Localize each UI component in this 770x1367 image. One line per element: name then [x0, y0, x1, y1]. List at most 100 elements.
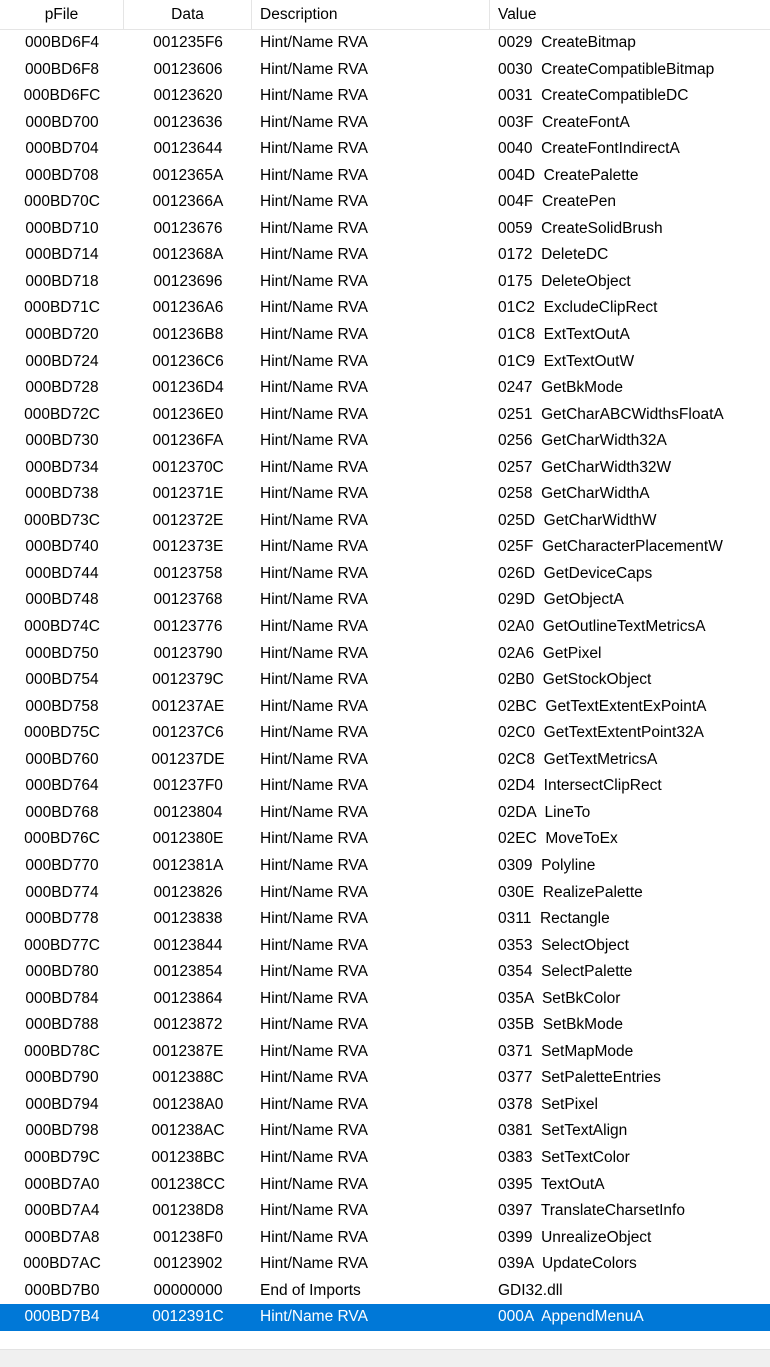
cell-data: 00123776: [153, 618, 223, 636]
table-row[interactable]: 000BD758 001237AE Hint/Name RVA 02BC GetTex…: [0, 694, 770, 721]
cell-value: 004F CreatePen: [498, 193, 617, 211]
table-row[interactable]: 000BD728 001236D4 Hint/Name RVA 0247 GetBkM…: [0, 375, 770, 402]
column-header: pFile Data Description Value: [0, 0, 770, 30]
column-header-data[interactable]: Data: [124, 0, 252, 29]
table-row[interactable]: 000BD720 001236B8 Hint/Name RVA 01C8 ExtTex…: [0, 322, 770, 349]
cell-pfile: 000BD720: [25, 326, 99, 344]
cell-pfile: 000BD7A8: [24, 1228, 100, 1246]
cell-data: 001238BC: [151, 1148, 225, 1166]
cell-value: 02A6 GetPixel: [498, 644, 602, 662]
table-row[interactable]: 000BD750 00123790 Hint/Name RVA 02A6 GetPix…: [0, 641, 770, 668]
table-row[interactable]: 000BD76C 0012380E Hint/Name RVA 02EC MoveTo…: [0, 826, 770, 853]
table-row[interactable]: 000BD798 001238AC Hint/Name RVA 0381 SetTex…: [0, 1118, 770, 1145]
table-row[interactable]: 000BD770 0012381A Hint/Name RVA 0309 Polyli…: [0, 853, 770, 880]
table-row[interactable]: 000BD738 0012371E Hint/Name RVA 0258 GetCha…: [0, 481, 770, 508]
table-row[interactable]: 000BD7A4 001238D8 Hint/Name RVA 0397 Transl…: [0, 1198, 770, 1225]
table-row[interactable]: 000BD6FC 00123620 Hint/Name RVA 0031 Create…: [0, 83, 770, 110]
table-row[interactable]: 000BD71C 001236A6 Hint/Name RVA 01C2 Exclud…: [0, 295, 770, 322]
cell-value: 02B0 GetStockObject: [498, 671, 652, 689]
cell-description: Hint/Name RVA: [260, 379, 368, 397]
table-row[interactable]: 000BD704 00123644 Hint/Name RVA 0040 Create…: [0, 136, 770, 163]
table-row[interactable]: 000BD7AC 00123902 Hint/Name RVA 039A Update…: [0, 1251, 770, 1278]
cell-pfile: 000BD774: [25, 883, 99, 901]
cell-description: Hint/Name RVA: [260, 963, 368, 981]
table-row[interactable]: 000BD72C 001236E0 Hint/Name RVA 0251 GetCha…: [0, 402, 770, 429]
cell-value: 030E RealizePalette: [498, 883, 643, 901]
cell-value: 0378 SetPixel: [498, 1095, 598, 1113]
table-row[interactable]: 000BD7A0 001238CC Hint/Name RVA 0395 TextOu…: [0, 1172, 770, 1199]
cell-data: 0012387E: [152, 1042, 224, 1060]
cell-pfile: 000BD7A0: [24, 1175, 100, 1193]
cell-description: Hint/Name RVA: [260, 936, 368, 954]
cell-data: 001236C6: [152, 352, 224, 370]
table-row[interactable]: 000BD768 00123804 Hint/Name RVA 02DA LineTo: [0, 800, 770, 827]
table-row[interactable]: 000BD714 0012368A Hint/Name RVA 0172 Delete…: [0, 242, 770, 269]
cell-data: 0012379C: [152, 671, 224, 689]
cell-pfile: 000BD76C: [24, 830, 100, 848]
cell-data: 001238CC: [150, 1175, 226, 1193]
table-row[interactable]: 000BD724 001236C6 Hint/Name RVA 01C9 ExtTex…: [0, 349, 770, 376]
horizontal-scrollbar[interactable]: [0, 1349, 770, 1367]
table-row[interactable]: 000BD7B0 00000000 End of Imports GDI32.dll: [0, 1278, 770, 1305]
table-row[interactable]: 000BD710 00123676 Hint/Name RVA 0059 Create…: [0, 216, 770, 243]
table-row[interactable]: 000BD77C 00123844 Hint/Name RVA 0353 Select…: [0, 933, 770, 960]
table-row[interactable]: 000BD794 001238A0 Hint/Name RVA 0378 SetPix…: [0, 1092, 770, 1119]
cell-description: Hint/Name RVA: [260, 140, 368, 158]
table-row[interactable]: 000BD718 00123696 Hint/Name RVA 0175 Delete…: [0, 269, 770, 296]
table-row[interactable]: 000BD790 0012388C Hint/Name RVA 0377 SetPal…: [0, 1065, 770, 1092]
cell-value: 0397 TranslateCharsetInfo: [498, 1202, 685, 1220]
column-header-pfile[interactable]: pFile: [0, 0, 124, 29]
cell-data: 00123676: [153, 219, 223, 237]
cell-description: Hint/Name RVA: [260, 1308, 368, 1326]
table-row[interactable]: 000BD74C 00123776 Hint/Name RVA 02A0 GetOut…: [0, 614, 770, 641]
table-row[interactable]: 000BD788 00123872 Hint/Name RVA 035B SetBkM…: [0, 1012, 770, 1039]
cell-description: Hint/Name RVA: [260, 60, 368, 78]
cell-data: 00123872: [153, 1016, 223, 1034]
table-row[interactable]: 000BD748 00123768 Hint/Name RVA 029D GetObj…: [0, 587, 770, 614]
cell-data: 00123902: [153, 1255, 223, 1273]
cell-value: 003F CreateFontA: [498, 113, 630, 131]
table-row[interactable]: 000BD744 00123758 Hint/Name RVA 026D GetDev…: [0, 561, 770, 588]
cell-description: Hint/Name RVA: [260, 724, 368, 742]
table-row[interactable]: 000BD740 0012373E Hint/Name RVA 025F GetCha…: [0, 534, 770, 561]
cell-pfile: 000BD748: [25, 591, 99, 609]
cell-description: Hint/Name RVA: [260, 219, 368, 237]
cell-data: 001236E0: [152, 405, 224, 423]
cell-value: 0059 CreateSolidBrush: [498, 219, 663, 237]
table-row[interactable]: 000BD75C 001237C6 Hint/Name RVA 02C0 GetTex…: [0, 720, 770, 747]
cell-data: 00123844: [153, 936, 223, 954]
column-header-description[interactable]: Description: [252, 0, 490, 29]
table-row[interactable]: 000BD7A8 001238F0 Hint/Name RVA 0399 Unreal…: [0, 1225, 770, 1252]
table-row-selected[interactable]: 000BD7B4 0012391C Hint/Name RVA 000A Append…: [0, 1304, 770, 1331]
table-row[interactable]: 000BD760 001237DE Hint/Name RVA 02C8 GetTex…: [0, 747, 770, 774]
table-row[interactable]: 000BD780 00123854 Hint/Name RVA 0354 Select…: [0, 959, 770, 986]
cell-pfile: 000BD724: [25, 352, 99, 370]
cell-description: Hint/Name RVA: [260, 1255, 368, 1273]
table-row[interactable]: 000BD708 0012365A Hint/Name RVA 004D Create…: [0, 163, 770, 190]
table-row[interactable]: 000BD6F4 001235F6 Hint/Name RVA 0029 Create…: [0, 30, 770, 57]
table-row[interactable]: 000BD778 00123838 Hint/Name RVA 0311 Rectan…: [0, 906, 770, 933]
cell-description: Hint/Name RVA: [260, 803, 368, 821]
table-row[interactable]: 000BD79C 001238BC Hint/Name RVA 0383 SetTex…: [0, 1145, 770, 1172]
cell-description: Hint/Name RVA: [260, 1042, 368, 1060]
table-row[interactable]: 000BD784 00123864 Hint/Name RVA 035A SetBkC…: [0, 986, 770, 1013]
table-row[interactable]: 000BD774 00123826 Hint/Name RVA 030E Realiz…: [0, 880, 770, 907]
cell-description: Hint/Name RVA: [260, 591, 368, 609]
table-row[interactable]: 000BD764 001237F0 Hint/Name RVA 02D4 Inters…: [0, 773, 770, 800]
cell-data: 00123768: [153, 591, 223, 609]
table-row[interactable]: 000BD730 001236FA Hint/Name RVA 0256 GetCha…: [0, 428, 770, 455]
cell-value: 01C2 ExcludeClipRect: [498, 299, 658, 317]
column-header-value[interactable]: Value: [490, 0, 770, 29]
table-row[interactable]: 000BD754 0012379C Hint/Name RVA 02B0 GetSto…: [0, 667, 770, 694]
table-row[interactable]: 000BD700 00123636 Hint/Name RVA 003F Create…: [0, 110, 770, 137]
table-row[interactable]: 000BD734 0012370C Hint/Name RVA 0257 GetCha…: [0, 455, 770, 482]
cell-pfile: 000BD770: [25, 856, 99, 874]
table-row[interactable]: 000BD70C 0012366A Hint/Name RVA 004F Create…: [0, 189, 770, 216]
table-row[interactable]: 000BD78C 0012387E Hint/Name RVA 0371 SetMap…: [0, 1039, 770, 1066]
table-row[interactable]: 000BD73C 0012372E Hint/Name RVA 025D GetCha…: [0, 508, 770, 535]
cell-value: 0175 DeleteObject: [498, 272, 631, 290]
table-row[interactable]: 000BD6F8 00123606 Hint/Name RVA 0030 Create…: [0, 57, 770, 84]
cell-value: 0256 GetCharWidth32A: [498, 432, 667, 450]
import-table-view[interactable]: pFile Data Description Value 000BD6F4 001…: [0, 0, 770, 1367]
cell-data: 001237F0: [153, 777, 223, 795]
